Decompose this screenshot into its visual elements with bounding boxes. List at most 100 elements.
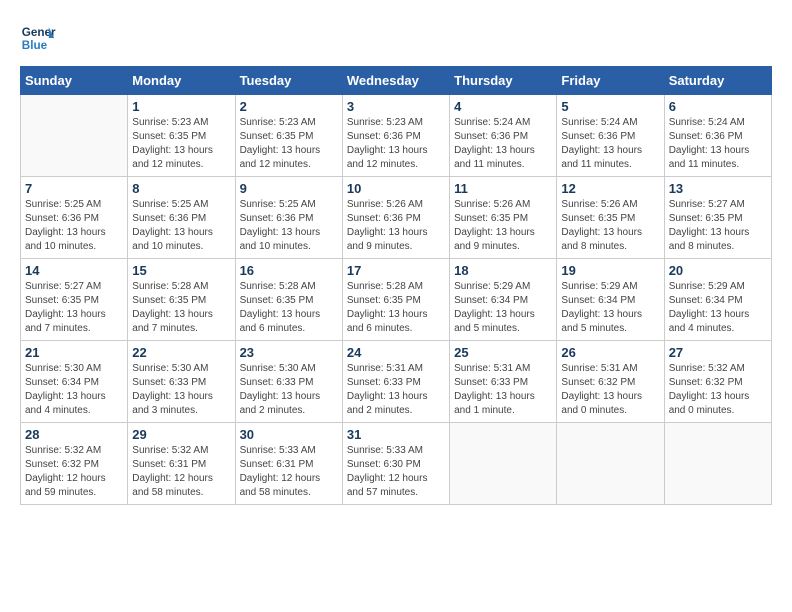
calendar-cell bbox=[664, 423, 771, 505]
cell-info: Sunrise: 5:28 AM Sunset: 6:35 PM Dayligh… bbox=[132, 280, 230, 336]
calendar-cell: 15 Sunrise: 5:28 AM Sunset: 6:35 PM Dayli… bbox=[128, 259, 235, 341]
calendar-cell: 28 Sunrise: 5:32 AM Sunset: 6:32 PM Dayli… bbox=[21, 423, 128, 505]
calendar-table: SundayMondayTuesdayWednesdayThursdayFrid… bbox=[20, 66, 772, 505]
calendar-cell: 6 Sunrise: 5:24 AM Sunset: 6:36 PM Daylig… bbox=[664, 95, 771, 177]
calendar-cell: 16 Sunrise: 5:28 AM Sunset: 6:35 PM Dayli… bbox=[235, 259, 342, 341]
cell-info: Sunrise: 5:26 AM Sunset: 6:35 PM Dayligh… bbox=[454, 198, 552, 254]
day-number: 2 bbox=[240, 99, 338, 114]
cell-info: Sunrise: 5:33 AM Sunset: 6:31 PM Dayligh… bbox=[240, 444, 338, 500]
day-number: 14 bbox=[25, 263, 123, 278]
calendar-cell: 21 Sunrise: 5:30 AM Sunset: 6:34 PM Dayli… bbox=[21, 341, 128, 423]
day-number: 23 bbox=[240, 345, 338, 360]
day-number: 25 bbox=[454, 345, 552, 360]
day-number: 24 bbox=[347, 345, 445, 360]
cell-info: Sunrise: 5:24 AM Sunset: 6:36 PM Dayligh… bbox=[454, 116, 552, 172]
col-header-tuesday: Tuesday bbox=[235, 67, 342, 95]
calendar-cell: 1 Sunrise: 5:23 AM Sunset: 6:35 PM Daylig… bbox=[128, 95, 235, 177]
col-header-thursday: Thursday bbox=[450, 67, 557, 95]
day-number: 7 bbox=[25, 181, 123, 196]
day-number: 11 bbox=[454, 181, 552, 196]
logo: General Blue bbox=[20, 20, 56, 56]
calendar-cell: 3 Sunrise: 5:23 AM Sunset: 6:36 PM Daylig… bbox=[342, 95, 449, 177]
day-number: 30 bbox=[240, 427, 338, 442]
cell-info: Sunrise: 5:30 AM Sunset: 6:33 PM Dayligh… bbox=[132, 362, 230, 418]
cell-info: Sunrise: 5:27 AM Sunset: 6:35 PM Dayligh… bbox=[669, 198, 767, 254]
calendar-cell: 29 Sunrise: 5:32 AM Sunset: 6:31 PM Dayli… bbox=[128, 423, 235, 505]
cell-info: Sunrise: 5:29 AM Sunset: 6:34 PM Dayligh… bbox=[669, 280, 767, 336]
day-number: 17 bbox=[347, 263, 445, 278]
page-header: General Blue bbox=[20, 20, 772, 56]
calendar-cell: 7 Sunrise: 5:25 AM Sunset: 6:36 PM Daylig… bbox=[21, 177, 128, 259]
calendar-cell: 24 Sunrise: 5:31 AM Sunset: 6:33 PM Dayli… bbox=[342, 341, 449, 423]
calendar-cell: 25 Sunrise: 5:31 AM Sunset: 6:33 PM Dayli… bbox=[450, 341, 557, 423]
calendar-cell: 10Sunrise: 5:26 AM Sunset: 6:36 PM Dayli… bbox=[342, 177, 449, 259]
cell-info: Sunrise: 5:30 AM Sunset: 6:33 PM Dayligh… bbox=[240, 362, 338, 418]
cell-info: Sunrise: 5:32 AM Sunset: 6:32 PM Dayligh… bbox=[669, 362, 767, 418]
cell-info: Sunrise: 5:30 AM Sunset: 6:34 PM Dayligh… bbox=[25, 362, 123, 418]
cell-info: Sunrise: 5:31 AM Sunset: 6:33 PM Dayligh… bbox=[347, 362, 445, 418]
calendar-cell: 2Sunrise: 5:23 AM Sunset: 6:35 PM Daylig… bbox=[235, 95, 342, 177]
day-number: 19 bbox=[561, 263, 659, 278]
calendar-cell: 14 Sunrise: 5:27 AM Sunset: 6:35 PM Dayli… bbox=[21, 259, 128, 341]
col-header-saturday: Saturday bbox=[664, 67, 771, 95]
day-number: 28 bbox=[25, 427, 123, 442]
day-number: 3 bbox=[347, 99, 445, 114]
cell-info: Sunrise: 5:24 AM Sunset: 6:36 PM Dayligh… bbox=[669, 116, 767, 172]
col-header-wednesday: Wednesday bbox=[342, 67, 449, 95]
cell-info: Sunrise: 5:31 AM Sunset: 6:33 PM Dayligh… bbox=[454, 362, 552, 418]
day-number: 16 bbox=[240, 263, 338, 278]
day-number: 12 bbox=[561, 181, 659, 196]
calendar-cell: 20 Sunrise: 5:29 AM Sunset: 6:34 PM Dayli… bbox=[664, 259, 771, 341]
calendar-cell: 17 Sunrise: 5:28 AM Sunset: 6:35 PM Dayli… bbox=[342, 259, 449, 341]
cell-info: Sunrise: 5:32 AM Sunset: 6:32 PM Dayligh… bbox=[25, 444, 123, 500]
cell-info: Sunrise: 5:25 AM Sunset: 6:36 PM Dayligh… bbox=[240, 198, 338, 254]
calendar-cell bbox=[21, 95, 128, 177]
calendar-cell: 31Sunrise: 5:33 AM Sunset: 6:30 PM Dayli… bbox=[342, 423, 449, 505]
calendar-cell: 4 Sunrise: 5:24 AM Sunset: 6:36 PM Daylig… bbox=[450, 95, 557, 177]
day-number: 15 bbox=[132, 263, 230, 278]
cell-info: Sunrise: 5:23 AM Sunset: 6:36 PM Dayligh… bbox=[347, 116, 445, 172]
cell-info: Sunrise: 5:27 AM Sunset: 6:35 PM Dayligh… bbox=[25, 280, 123, 336]
calendar-cell bbox=[450, 423, 557, 505]
col-header-friday: Friday bbox=[557, 67, 664, 95]
day-number: 1 bbox=[132, 99, 230, 114]
calendar-cell: 12 Sunrise: 5:26 AM Sunset: 6:35 PM Dayli… bbox=[557, 177, 664, 259]
cell-info: Sunrise: 5:24 AM Sunset: 6:36 PM Dayligh… bbox=[561, 116, 659, 172]
day-number: 4 bbox=[454, 99, 552, 114]
calendar-cell: 18Sunrise: 5:29 AM Sunset: 6:34 PM Dayli… bbox=[450, 259, 557, 341]
calendar-cell: 8Sunrise: 5:25 AM Sunset: 6:36 PM Daylig… bbox=[128, 177, 235, 259]
day-number: 20 bbox=[669, 263, 767, 278]
cell-info: Sunrise: 5:32 AM Sunset: 6:31 PM Dayligh… bbox=[132, 444, 230, 500]
col-header-monday: Monday bbox=[128, 67, 235, 95]
day-number: 13 bbox=[669, 181, 767, 196]
calendar-cell: 23 Sunrise: 5:30 AM Sunset: 6:33 PM Dayli… bbox=[235, 341, 342, 423]
cell-info: Sunrise: 5:26 AM Sunset: 6:35 PM Dayligh… bbox=[561, 198, 659, 254]
cell-info: Sunrise: 5:23 AM Sunset: 6:35 PM Dayligh… bbox=[132, 116, 230, 172]
calendar-cell: 5 Sunrise: 5:24 AM Sunset: 6:36 PM Daylig… bbox=[557, 95, 664, 177]
day-number: 29 bbox=[132, 427, 230, 442]
cell-info: Sunrise: 5:29 AM Sunset: 6:34 PM Dayligh… bbox=[561, 280, 659, 336]
calendar-cell: 22 Sunrise: 5:30 AM Sunset: 6:33 PM Dayli… bbox=[128, 341, 235, 423]
calendar-cell: 19 Sunrise: 5:29 AM Sunset: 6:34 PM Dayli… bbox=[557, 259, 664, 341]
svg-text:Blue: Blue bbox=[22, 39, 48, 52]
calendar-cell: 11 Sunrise: 5:26 AM Sunset: 6:35 PM Dayli… bbox=[450, 177, 557, 259]
day-number: 5 bbox=[561, 99, 659, 114]
calendar-cell: 13 Sunrise: 5:27 AM Sunset: 6:35 PM Dayli… bbox=[664, 177, 771, 259]
day-number: 9 bbox=[240, 181, 338, 196]
day-number: 10 bbox=[347, 181, 445, 196]
logo-icon: General Blue bbox=[20, 20, 56, 56]
cell-info: Sunrise: 5:25 AM Sunset: 6:36 PM Dayligh… bbox=[132, 198, 230, 254]
day-number: 22 bbox=[132, 345, 230, 360]
day-number: 21 bbox=[25, 345, 123, 360]
cell-info: Sunrise: 5:25 AM Sunset: 6:36 PM Dayligh… bbox=[25, 198, 123, 254]
cell-info: Sunrise: 5:33 AM Sunset: 6:30 PM Dayligh… bbox=[347, 444, 445, 500]
day-number: 6 bbox=[669, 99, 767, 114]
calendar-cell: 27 Sunrise: 5:32 AM Sunset: 6:32 PM Dayli… bbox=[664, 341, 771, 423]
calendar-cell: 9 Sunrise: 5:25 AM Sunset: 6:36 PM Daylig… bbox=[235, 177, 342, 259]
calendar-cell: 26Sunrise: 5:31 AM Sunset: 6:32 PM Dayli… bbox=[557, 341, 664, 423]
calendar-cell bbox=[557, 423, 664, 505]
day-number: 26 bbox=[561, 345, 659, 360]
cell-info: Sunrise: 5:28 AM Sunset: 6:35 PM Dayligh… bbox=[240, 280, 338, 336]
cell-info: Sunrise: 5:28 AM Sunset: 6:35 PM Dayligh… bbox=[347, 280, 445, 336]
day-number: 27 bbox=[669, 345, 767, 360]
